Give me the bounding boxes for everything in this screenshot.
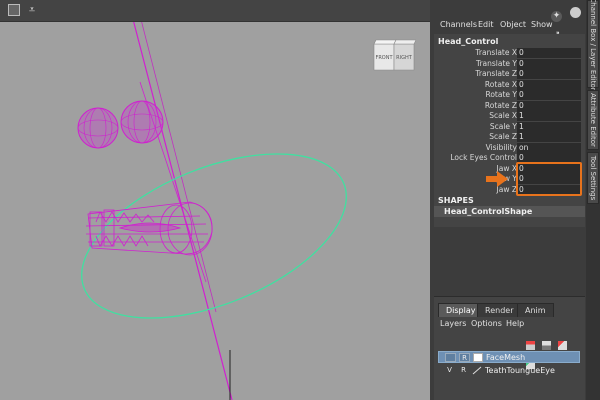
attribute-row[interactable]: Scale Z1 [434, 132, 585, 142]
attribute-value-field[interactable]: 1 [517, 111, 581, 121]
attribute-label[interactable]: Rotate Z [485, 101, 517, 111]
attribute-row[interactable]: Rotate Y0 [434, 90, 585, 100]
right-panel: ✦ ↗ Channels Edit Object Show Head_Contr… [430, 0, 600, 400]
channel-box: Head_Control Translate X 0 Translate Y 0 Tra… [434, 34, 585, 227]
circle-icon[interactable] [570, 7, 582, 18]
layer-name: TeathToungueEye [485, 366, 555, 375]
attribute-label[interactable]: Translate X [475, 48, 517, 58]
attribute-value-field[interactable]: on [517, 142, 581, 153]
layer-row-teathtoungueeye[interactable]: V R TeathToungueEye [438, 365, 580, 377]
attribute-label[interactable]: Lock Eyes Control [450, 153, 517, 163]
viewport-toolbar: ⩡ [0, 0, 430, 22]
tab-label: Attribute Editor [589, 93, 597, 147]
attribute-value-field[interactable]: 1 [517, 121, 581, 132]
jaw-attributes-highlight [516, 162, 582, 196]
attribute-row[interactable]: Translate X0 [434, 48, 585, 58]
layer-editor: Display Render Anim Layers Options Help … [434, 296, 585, 400]
attribute-value-field[interactable]: 0 [517, 48, 581, 58]
attribute-label[interactable]: Visibility [486, 143, 517, 153]
attribute-label[interactable]: Scale X [489, 111, 517, 121]
orange-arrow-icon [486, 171, 508, 187]
layer-reference-toggle[interactable]: R [458, 366, 469, 375]
layer-reference-toggle[interactable]: R [459, 353, 470, 362]
menu-channels[interactable]: Channels [440, 20, 477, 29]
panel-top-strip: ✦ ↗ [430, 0, 585, 40]
layer-visibility-toggle[interactable] [445, 353, 456, 362]
new-layer-icon[interactable] [526, 341, 535, 350]
viewcube[interactable]: FRONT RIGHT [372, 38, 416, 72]
attribute-row[interactable]: Visibility on [434, 142, 585, 153]
left-eye-mesh[interactable] [77, 107, 119, 149]
tab-tool-settings[interactable]: Tool Settings [587, 152, 599, 204]
attribute-row[interactable]: Scale X1 [434, 111, 585, 121]
attribute-row[interactable]: Rotate X0 [434, 79, 585, 90]
layer-toolbar [526, 335, 585, 369]
node-name[interactable]: Head_Control [438, 37, 498, 46]
viewcube-front-label: FRONT [375, 55, 393, 61]
attribute-label[interactable]: Translate Y [476, 59, 517, 69]
attribute-row[interactable]: Translate Z0 [434, 69, 585, 79]
menu-options[interactable]: Options [471, 319, 502, 328]
layer-name: FaceMesh [486, 353, 526, 362]
shape-name: Head_ControlShape [444, 207, 533, 216]
layer-visibility-toggle[interactable]: V [444, 366, 455, 375]
shape-row[interactable]: Head_ControlShape [434, 206, 585, 217]
tab-attribute-editor[interactable]: Attribute Editor [587, 90, 599, 150]
menu-edit[interactable]: Edit [478, 20, 494, 29]
attribute-row[interactable]: Translate Y0 [434, 58, 585, 69]
tab-channel-box-layer-editor[interactable]: Channel Box / Layer Editor [587, 0, 599, 91]
layer-color-swatch[interactable] [472, 366, 482, 375]
tab-anim[interactable]: Anim [517, 303, 554, 317]
shapes-header: SHAPES [438, 196, 474, 205]
attribute-label[interactable]: Scale Z [489, 132, 517, 142]
attribute-row[interactable]: Rotate Z0 [434, 100, 585, 111]
tab-render[interactable]: Render [477, 303, 522, 317]
attribute-value-field[interactable]: 0 [517, 58, 581, 69]
channel-box-menubar: Channels Edit Object Show [430, 18, 585, 34]
tab-label: Channel Box / Layer Editor [589, 0, 597, 91]
layer-row-facemesh[interactable]: R FaceMesh [438, 351, 580, 363]
menu-help[interactable]: Help [506, 319, 524, 328]
square-icon[interactable] [8, 4, 20, 16]
attribute-label[interactable]: Rotate Y [485, 90, 517, 100]
layer-stack-icon[interactable] [542, 341, 552, 350]
attribute-row[interactable]: Scale Y1 [434, 121, 585, 132]
layer-editor-tabs: Display Render Anim [434, 303, 585, 317]
viewcube-right-label: RIGHT [396, 55, 413, 61]
viewport[interactable]: ⩡ FRONT RIGHT [0, 0, 430, 400]
create-layer-from-selection-icon[interactable] [558, 341, 568, 350]
attribute-value-field[interactable]: 0 [517, 69, 581, 79]
layer-color-swatch[interactable] [473, 353, 483, 362]
joint-line [133, 22, 233, 400]
share-icon[interactable]: ⩡ [26, 4, 38, 16]
menu-show[interactable]: Show [531, 20, 553, 29]
attribute-value-field[interactable]: 0 [517, 100, 581, 111]
menu-object[interactable]: Object [500, 20, 526, 29]
menu-layers[interactable]: Layers [440, 319, 466, 328]
channel-box-top-icons: ✦ ↗ [548, 3, 585, 40]
head-control-curve[interactable] [59, 121, 370, 352]
side-tab-strip: Channel Box / Layer Editor Attribute Edi… [586, 0, 600, 400]
attribute-value-field[interactable]: 0 [517, 79, 581, 90]
maya-window: ⩡ FRONT RIGHT ✦ Channels Edit Object Sho… [0, 0, 600, 400]
attribute-label[interactable]: Scale Y [490, 122, 517, 132]
attribute-label[interactable]: Translate Z [475, 69, 517, 79]
attribute-label[interactable]: Rotate X [485, 80, 517, 90]
attribute-value-field[interactable]: 1 [517, 132, 581, 142]
scene-view[interactable] [0, 22, 430, 400]
right-eye-mesh[interactable] [120, 100, 164, 144]
attribute-value-field[interactable]: 0 [517, 90, 581, 100]
tab-label: Tool Settings [589, 155, 597, 201]
layer-editor-menubar: Layers Options Help [434, 319, 585, 331]
